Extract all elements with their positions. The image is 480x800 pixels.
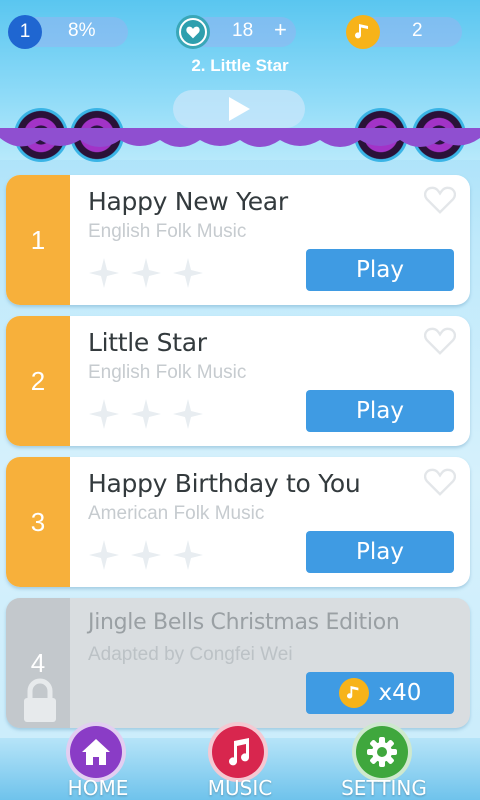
song-number: 1	[6, 175, 70, 305]
song-title: Happy Birthday to You	[88, 469, 361, 498]
lock-icon	[24, 678, 56, 722]
song-subtitle: English Folk Music	[88, 362, 247, 383]
song-card-2: 2 Little Star English Folk Music Play	[6, 316, 470, 446]
star-icon	[131, 258, 161, 288]
song-title: Jingle Bells Christmas Edition	[88, 610, 400, 635]
nav-home[interactable]: HOME	[58, 722, 138, 800]
play-icon	[229, 97, 250, 121]
song-card-3: 3 Happy Birthday to You American Folk Mu…	[6, 457, 470, 587]
star-icon	[131, 399, 161, 429]
unlock-button[interactable]: x40	[306, 672, 454, 714]
star-rating	[88, 398, 204, 430]
song-card-1: 1 Happy New Year English Folk Music Play	[6, 175, 470, 305]
nav-music[interactable]: MUSIC	[200, 722, 280, 800]
progress-text: 8%	[68, 20, 96, 41]
song-card-4: 4 Jingle Bells Christmas Edition Adapted…	[6, 598, 470, 728]
unlock-cost: x40	[378, 680, 422, 706]
header-wave-decoration	[0, 128, 480, 147]
nav-music-label: MUSIC	[207, 776, 273, 800]
star-icon	[173, 540, 203, 570]
coin-icon	[338, 678, 369, 708]
favorite-heart-icon[interactable]	[424, 326, 456, 356]
gear-icon	[352, 722, 412, 782]
star-rating	[88, 539, 204, 571]
song-number: 3	[6, 457, 70, 587]
top-header: 1 8% 18 + 2 2. Little Star	[0, 0, 480, 162]
nav-setting[interactable]: SETTING	[341, 722, 427, 800]
coins-count: 2	[412, 20, 423, 41]
music-note-icon	[208, 722, 268, 782]
favorite-heart-icon[interactable]	[424, 467, 456, 497]
play-button[interactable]: Play	[306, 390, 454, 432]
add-lives-button[interactable]: +	[274, 17, 287, 43]
favorite-heart-icon[interactable]	[424, 185, 456, 215]
coin-icon	[346, 15, 380, 49]
song-subtitle: English Folk Music	[88, 221, 247, 242]
play-button[interactable]: Play	[306, 531, 454, 573]
star-icon	[89, 258, 119, 288]
lives-count: 18	[232, 20, 254, 41]
level-number: 1	[19, 21, 31, 42]
nav-setting-label: SETTING	[341, 776, 427, 800]
song-subtitle: Adapted by Congfei Wei	[88, 644, 293, 665]
preview-play-button[interactable]	[173, 90, 305, 128]
star-icon	[173, 258, 203, 288]
song-title: Little Star	[88, 328, 207, 357]
heart-icon	[176, 15, 210, 49]
play-button[interactable]: Play	[306, 249, 454, 291]
nav-home-label: HOME	[67, 776, 129, 800]
star-icon	[89, 399, 119, 429]
star-icon	[173, 399, 203, 429]
star-rating	[88, 257, 204, 289]
star-icon	[131, 540, 161, 570]
song-number: 2	[6, 316, 70, 446]
home-icon	[66, 722, 126, 782]
current-song-title: 2. Little Star	[191, 56, 289, 75]
song-title: Happy New Year	[88, 187, 288, 216]
level-badge: 1	[8, 15, 42, 49]
star-icon	[89, 540, 119, 570]
song-subtitle: American Folk Music	[88, 503, 265, 524]
